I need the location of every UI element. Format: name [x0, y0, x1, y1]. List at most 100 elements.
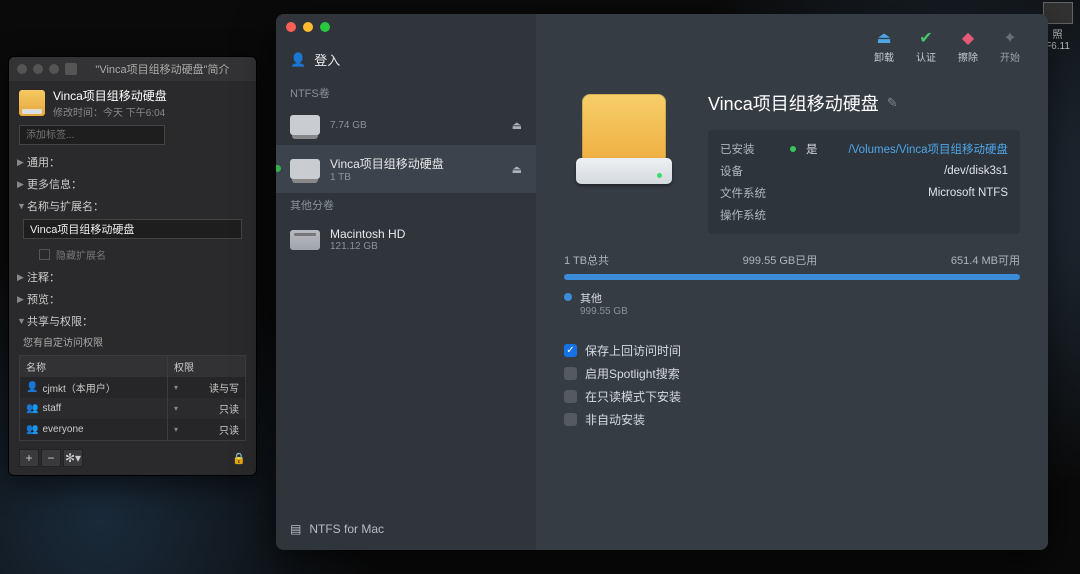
edit-name-icon[interactable]: ✎ — [887, 95, 898, 111]
sidebar-section-ntfs: NTFS卷 — [276, 81, 536, 105]
perm-row-name: cjmkt（本用户） — [42, 380, 115, 395]
drive-icon — [19, 90, 45, 116]
info-volume-name: Vinca项目组移动硬盘 — [53, 87, 167, 104]
eject-icon[interactable]: ⏏ — [512, 119, 522, 132]
close-button[interactable] — [286, 22, 296, 32]
opt-nonauto[interactable]: 非自动安装 — [564, 408, 1020, 431]
remove-button[interactable]: − — [41, 449, 61, 467]
traffic-lights — [17, 64, 59, 74]
checkbox-icon — [564, 413, 577, 426]
usage-total: 1 TB总共 — [564, 252, 609, 268]
prop-fs-value: Microsoft NTFS — [928, 187, 1008, 199]
perm-row-priv[interactable]: 只读 — [219, 401, 239, 416]
lock-icon[interactable]: 🔒 — [232, 452, 246, 465]
section-sharing[interactable]: ▼共享与权限： — [9, 310, 256, 332]
perm-row-name: everyone — [42, 424, 83, 435]
opt-readonly[interactable]: 在只读模式下安装 — [564, 385, 1020, 408]
disk-icon — [290, 159, 320, 179]
usage-legend: 其他 999.55 GB — [564, 290, 1020, 317]
ntfs-app-window: 👤 登入 NTFS卷 7.74 GB ⏏ Vinca项目组移动硬盘 1 TB ⏏… — [276, 14, 1048, 550]
start-button: ✦开始 — [1000, 28, 1020, 64]
name-extension-field[interactable] — [23, 219, 242, 239]
main-titlebar[interactable] — [276, 14, 536, 40]
usage-free: 651.4 MB可用 — [951, 252, 1020, 268]
prop-device-value: /dev/disk3s1 — [944, 165, 1008, 177]
zoom-button[interactable] — [320, 22, 330, 32]
table-row[interactable]: 👥everyone ▾只读 — [20, 419, 245, 440]
group-icon: 👥 — [26, 424, 38, 435]
action-menu-button[interactable]: ✻▾ — [63, 449, 83, 467]
mount-point-link[interactable]: /Volumes/Vinca项目组移动硬盘 — [848, 141, 1008, 157]
wand-icon: ✦ — [1003, 28, 1016, 46]
minimize-dot[interactable] — [33, 64, 43, 74]
volume-name: Vinca项目组移动硬盘 — [330, 155, 444, 172]
section-more-info[interactable]: ▶更多信息： — [9, 173, 256, 195]
content-pane: ⏏卸载 ✔认证 ◆擦除 ✦开始 Vinca项目组移动硬盘✎ 已安装 是 /Vol… — [536, 14, 1048, 550]
verify-button[interactable]: ✔认证 — [916, 28, 936, 64]
table-row[interactable]: 👥staff ▾只读 — [20, 398, 245, 419]
checkbox-checked-icon: ✓ — [564, 344, 577, 357]
get-info-window: "Vinca项目组移动硬盘"简介 Vinca项目组移动硬盘 修改时间：今天 下午… — [8, 56, 257, 476]
sidebar-footer[interactable]: ▤ NTFS for Mac — [276, 508, 536, 550]
section-comments[interactable]: ▶注释： — [9, 266, 256, 288]
check-icon: ✔ — [919, 28, 932, 46]
opt-spotlight[interactable]: 启用Spotlight搜索 — [564, 362, 1020, 385]
info-modified: 修改时间：今天 下午6:04 — [53, 104, 167, 119]
volume-size: 1 TB — [330, 172, 444, 183]
checkbox-icon — [564, 367, 577, 380]
permissions-note: 您有自定访问权限 — [9, 332, 256, 353]
legend-swatch-icon — [564, 293, 572, 301]
volume-item[interactable]: Macintosh HD 121.12 GB — [276, 217, 536, 262]
prop-mounted-value: 是 — [806, 141, 818, 157]
tags-field[interactable] — [19, 125, 165, 145]
usage-bar — [564, 274, 1020, 280]
section-name-ext[interactable]: ▼名称与扩展名： — [9, 195, 256, 217]
erase-button[interactable]: ◆擦除 — [958, 28, 978, 64]
perm-row-priv[interactable]: 只读 — [219, 422, 239, 437]
person-icon: 👤 — [26, 382, 38, 393]
prop-label-fs: 文件系统 — [720, 185, 780, 201]
close-dot[interactable] — [17, 64, 27, 74]
minimize-button[interactable] — [303, 22, 313, 32]
status-dot-icon — [790, 146, 796, 152]
perm-header-priv[interactable]: 权限 — [167, 356, 245, 377]
usage-used: 999.55 GB已用 — [743, 252, 818, 268]
volume-size: 7.74 GB — [330, 120, 367, 131]
volume-name: Macintosh HD — [330, 227, 405, 241]
sidebar-section-other: 其他分卷 — [276, 193, 536, 217]
toolbar: ⏏卸载 ✔认证 ◆擦除 ✦开始 — [536, 14, 1048, 80]
section-preview[interactable]: ▶预览： — [9, 288, 256, 310]
stack-icon: ▤ — [290, 522, 299, 536]
volume-item-selected[interactable]: Vinca项目组移动硬盘 1 TB ⏏ — [276, 145, 536, 193]
eject-icon: ⏏ — [876, 28, 891, 46]
permissions-header: 名称 权限 — [20, 356, 245, 377]
legend-size: 999.55 GB — [580, 306, 628, 317]
volume-item[interactable]: 7.74 GB ⏏ — [276, 105, 536, 145]
perm-row-priv[interactable]: 读与写 — [209, 380, 239, 395]
section-general[interactable]: ▶通用： — [9, 151, 256, 173]
drive-mini-icon — [65, 63, 77, 75]
info-window-title: "Vinca项目组移动硬盘"简介 — [77, 61, 248, 77]
table-row[interactable]: 👤cjmkt（本用户） ▾读与写 — [20, 377, 245, 398]
volume-title: Vinca项目组移动硬盘✎ — [708, 90, 1020, 116]
person-silhouette-icon: 👤 — [290, 52, 306, 68]
add-button[interactable]: + — [19, 449, 39, 467]
zoom-dot[interactable] — [49, 64, 59, 74]
properties-panel: 已安装 是 /Volumes/Vinca项目组移动硬盘 设备 /dev/disk… — [708, 130, 1020, 234]
login-row[interactable]: 👤 登入 — [276, 40, 536, 81]
hide-extension-row[interactable]: 隐藏扩展名 — [9, 245, 256, 266]
usage-section: 1 TB总共 999.55 GB已用 651.4 MB可用 其他 999.55 … — [536, 234, 1048, 317]
perm-row-name: staff — [42, 403, 61, 414]
info-titlebar[interactable]: "Vinca项目组移动硬盘"简介 — [9, 57, 256, 81]
eraser-icon: ◆ — [962, 28, 974, 46]
login-label: 登入 — [314, 50, 340, 69]
checkbox-icon — [39, 249, 50, 260]
info-header: Vinca项目组移动硬盘 修改时间：今天 下午6:04 — [9, 81, 256, 125]
checkbox-icon — [564, 390, 577, 403]
unmount-button[interactable]: ⏏卸载 — [874, 28, 894, 64]
prop-label-device: 设备 — [720, 163, 780, 179]
legend-name: 其他 — [580, 290, 628, 306]
opt-save-access[interactable]: ✓保存上回访问时间 — [564, 339, 1020, 362]
perm-header-name[interactable]: 名称 — [20, 356, 167, 377]
eject-icon[interactable]: ⏏ — [512, 163, 522, 176]
